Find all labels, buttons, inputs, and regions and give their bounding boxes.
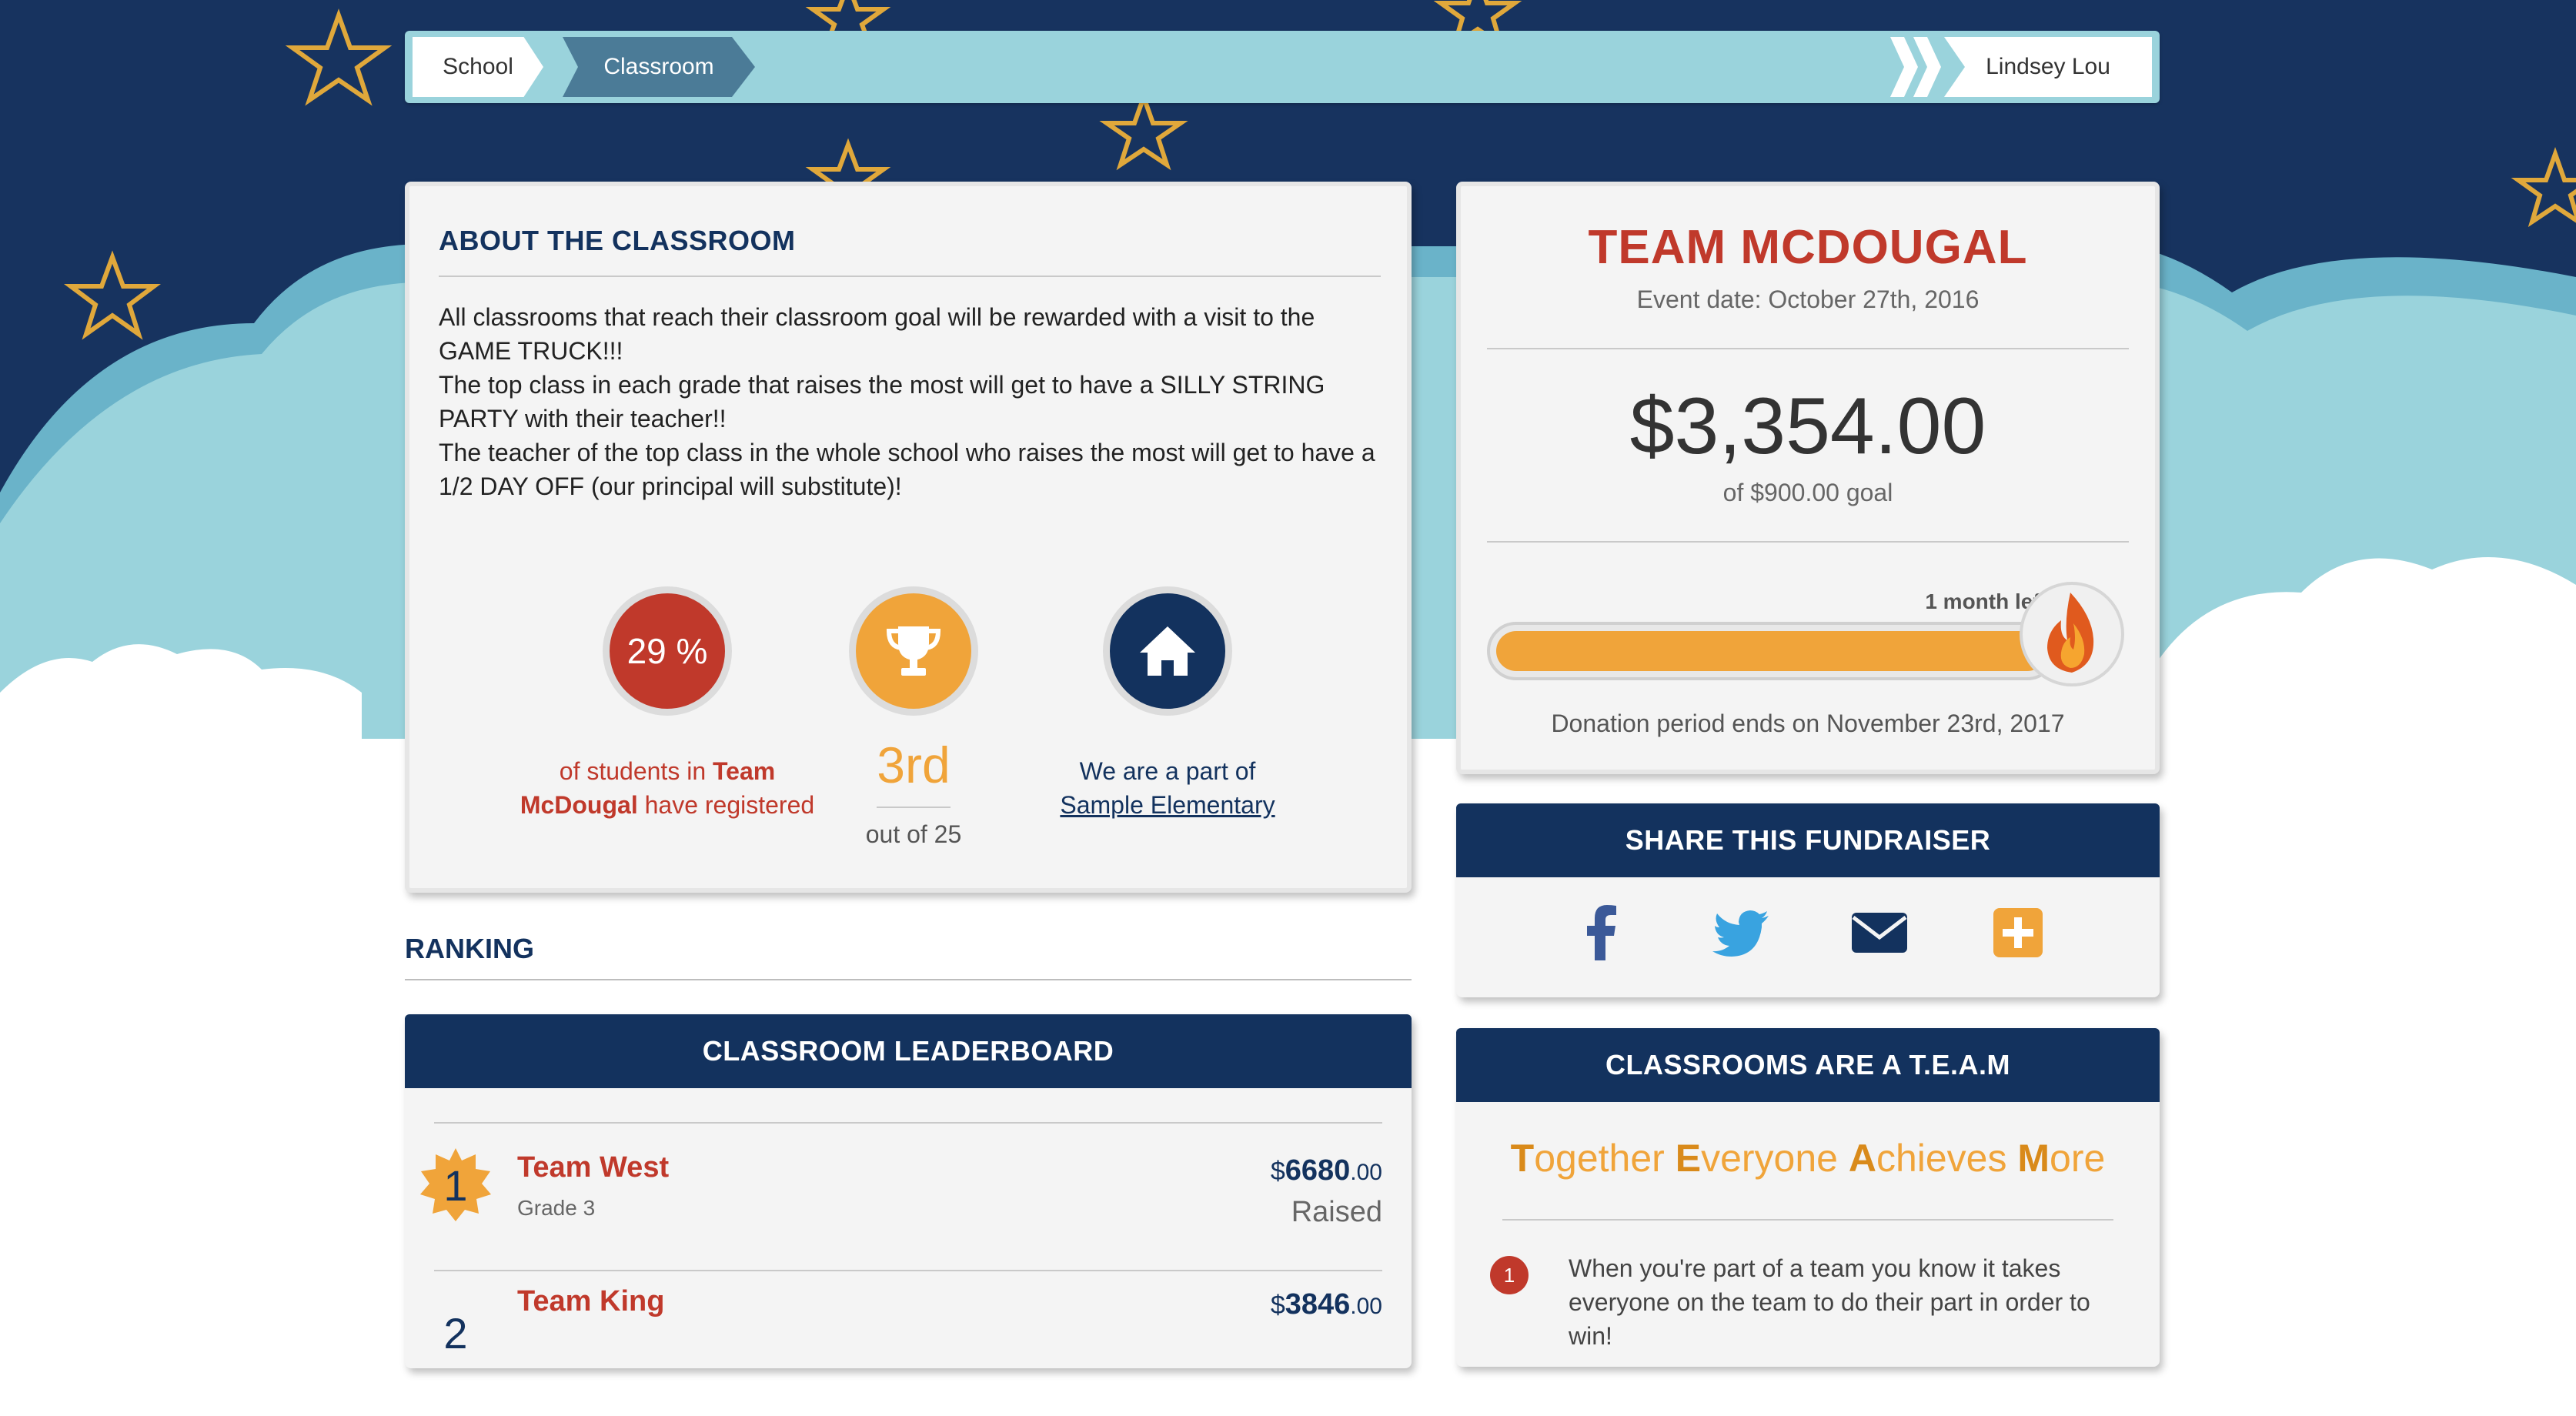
leaderboard-title: CLASSROOM LEADERBOARD	[405, 1014, 1412, 1088]
share-title: SHARE THIS FUNDRAISER	[1456, 803, 2160, 877]
breadcrumb-school[interactable]: School	[413, 37, 543, 97]
rank-badge: 2	[417, 1294, 494, 1371]
amount-raised: $3,354.00	[1629, 382, 1986, 471]
home-badge	[1103, 586, 1232, 716]
plus-icon[interactable]	[1987, 902, 2049, 963]
currency-symbol: $	[1270, 1157, 1285, 1186]
acronym-word: ore	[2050, 1137, 2106, 1180]
divider	[1502, 1219, 2113, 1221]
registered-percent-badge: 29 %	[603, 586, 732, 716]
home-icon	[1140, 626, 1195, 676]
about-paragraph: The teacher of the top class in the whol…	[439, 439, 1375, 500]
raised-label: Raised	[1291, 1196, 1382, 1228]
bullet-number: 1	[1490, 1256, 1529, 1294]
amount-cents: .00	[1350, 1294, 1382, 1319]
progress-fill	[1496, 631, 2047, 671]
donation-period: Donation period ends on November 23rd, 2…	[1551, 710, 2065, 737]
classroom-stats: 29 % of students in Team McDougal have r…	[409, 586, 1407, 863]
rank-number: 2	[443, 1308, 468, 1358]
about-classroom-card: ABOUT THE CLASSROOM All classrooms that …	[405, 182, 1412, 893]
amount-cents: .00	[1350, 1160, 1382, 1185]
goal-text: of $900.00 goal	[1722, 479, 1893, 506]
amount-value: 6680	[1285, 1154, 1351, 1187]
flame-icon	[2047, 593, 2094, 673]
acronym-word: ogether	[1534, 1137, 1676, 1180]
breadcrumb-chevrons-icon	[1890, 37, 1941, 97]
acronym-letter: T	[1510, 1137, 1535, 1180]
school-caption: We are a part of Sample Elementary	[1002, 754, 1333, 822]
share-card: SHARE THIS FUNDRAISER	[1456, 803, 2160, 997]
about-paragraph: All classrooms that reach their classroo…	[439, 303, 1315, 365]
team-acronym-card: CLASSROOMS ARE A T.E.A.M Together Everyo…	[1456, 1028, 2160, 1367]
school-link[interactable]: Sample Elementary	[1002, 788, 1333, 822]
breadcrumb-classroom[interactable]: Classroom	[563, 37, 755, 97]
team-name[interactable]: Team West	[517, 1151, 669, 1184]
currency-symbol: $	[1270, 1291, 1285, 1320]
divider	[1487, 541, 2129, 543]
acronym-letter: M	[2017, 1137, 2050, 1180]
team-amount: $6680.00	[1271, 1154, 1382, 1187]
breadcrumb-user[interactable]: Lindsey Lou	[1944, 37, 2152, 97]
trophy-badge	[849, 586, 978, 716]
divider	[1487, 348, 2129, 349]
acronym-letter: A	[1848, 1137, 1876, 1180]
email-icon[interactable]	[1849, 902, 1910, 963]
about-body: All classrooms that reach their classroo…	[439, 300, 1381, 503]
share-icons	[1456, 902, 2160, 963]
about-title: ABOUT THE CLASSROOM	[439, 225, 796, 256]
flame-badge	[2020, 582, 2124, 686]
amount-value: 3846	[1285, 1288, 1351, 1321]
acronym-word: veryone	[1701, 1137, 1849, 1180]
registered-caption-pre: of students in	[559, 757, 713, 785]
about-paragraph: The top class in each grade that raises …	[439, 371, 1325, 432]
team-grade: Grade 3	[517, 1196, 596, 1220]
trophy-icon	[886, 626, 941, 676]
classroom-leaderboard: CLASSROOM LEADERBOARD 1 Team West Grade …	[405, 1014, 1412, 1368]
team-amount: $3846.00	[1271, 1288, 1382, 1321]
registered-percent: 29 %	[626, 631, 708, 671]
twitter-icon[interactable]	[1710, 902, 1772, 963]
acronym-line: Together Everyone Achieves More	[1456, 1136, 2160, 1181]
divider	[434, 1122, 1382, 1124]
divider	[439, 276, 1381, 277]
rank-divider	[877, 807, 951, 808]
team-name[interactable]: Team King	[517, 1285, 664, 1318]
breadcrumb: School Classroom Lindsey Lou	[405, 31, 2160, 103]
bullet-text: When you're part of a team you know it t…	[1569, 1254, 2090, 1350]
progress-bar	[1487, 622, 2056, 680]
team-summary-card: TEAM MCDOUGAL Event date: October 27th, …	[1456, 182, 2160, 774]
leaderboard-row[interactable]: 2 Team King $3846.00	[405, 1285, 1412, 1416]
divider	[405, 979, 1412, 980]
ranking-section: RANKING	[405, 933, 1412, 980]
divider	[434, 1270, 1382, 1271]
acronym-letter: E	[1675, 1137, 1702, 1180]
team-card-title: CLASSROOMS ARE A T.E.A.M	[1456, 1028, 2160, 1102]
rank-number: 1	[443, 1161, 468, 1210]
school-caption-text: We are a part of	[1079, 757, 1256, 785]
facebook-icon[interactable]	[1572, 902, 1633, 963]
event-date: Event date: October 27th, 2016	[1636, 286, 1980, 313]
ranking-title: RANKING	[405, 933, 534, 964]
acronym-word: chieves	[1876, 1137, 2018, 1180]
leaderboard-row[interactable]: 1 Team West Grade 3 $6680.00 Raised	[405, 1137, 1412, 1268]
school-stat: We are a part of Sample Elementary	[1002, 586, 1333, 822]
rank-badge: 1	[417, 1147, 494, 1224]
rank-out-of: out of 25	[865, 820, 962, 848]
team-name-title: TEAM MCDOUGAL	[1588, 221, 2028, 274]
